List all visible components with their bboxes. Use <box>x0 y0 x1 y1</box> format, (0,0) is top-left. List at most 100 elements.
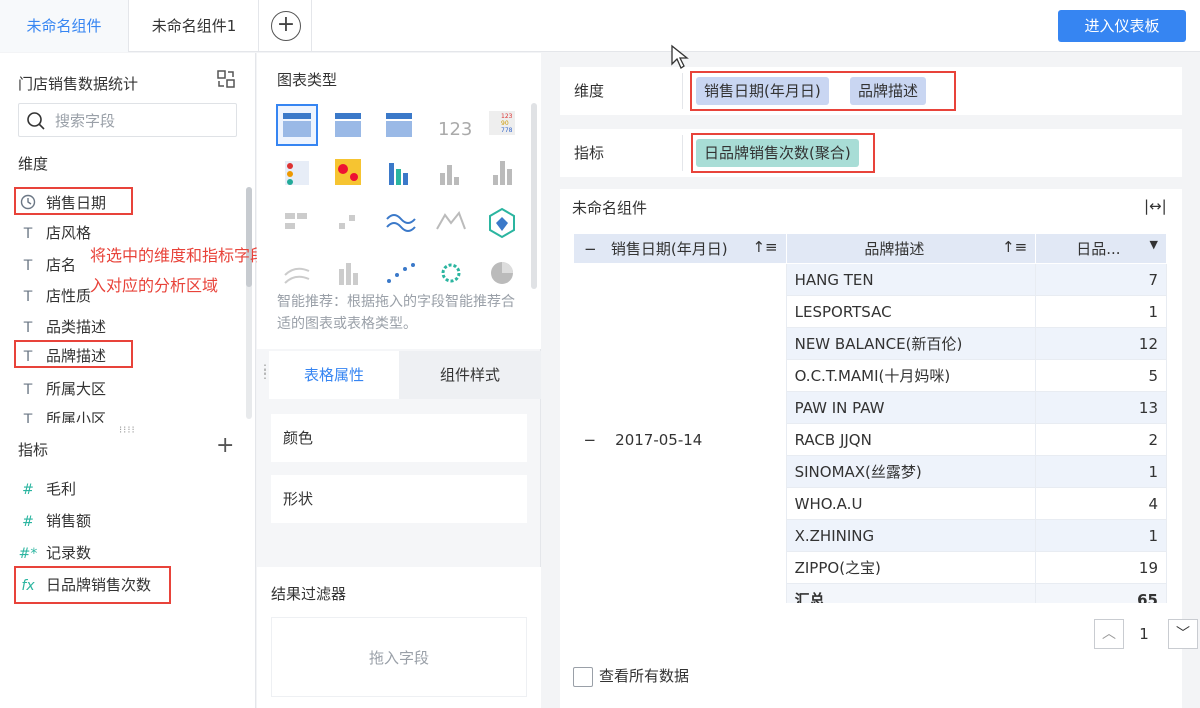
brand-cell: NEW BALANCE(新百伦) <box>786 327 1037 360</box>
indicator-field-sales[interactable]: # 销售额 <box>18 507 91 535</box>
svg-text:778: 778 <box>501 127 513 134</box>
number-type-icon: # <box>22 514 34 530</box>
enter-dashboard-button[interactable]: 进入仪表板 <box>1058 10 1186 42</box>
chart-icons-row1: 123 12390778 <box>276 104 515 146</box>
dimension-shelf[interactable]: 维度 销售日期(年月日) 品牌描述 <box>560 67 1182 115</box>
search-field-input[interactable]: 搜索字段 <box>18 103 237 137</box>
value-cell: 13 <box>1035 391 1167 424</box>
date-group-cell: − 2017-05-14 <box>573 263 787 603</box>
text-type-icon: T <box>23 412 33 423</box>
svg-text:90: 90 <box>501 120 509 127</box>
brand-cell: X.ZHINING <box>786 519 1037 552</box>
indicator-field-daily-brand-sales[interactable]: fx 日品牌销售次数 <box>14 566 171 604</box>
indicator-shelf[interactable]: 指标 日品牌销售次数(聚合) <box>560 129 1182 177</box>
dimension-field-sales-date[interactable]: 销售日期 <box>14 187 133 215</box>
indicator-field-gross-profit[interactable]: # 毛利 <box>18 475 76 503</box>
column-header-brand[interactable]: 品牌描述 ↑≡ <box>785 233 1037 264</box>
tab-unnamed-widget[interactable]: 未命名组件 <box>0 0 129 52</box>
text-type-icon: T <box>23 226 33 242</box>
prev-page-button[interactable]: ︿ <box>1094 619 1124 649</box>
collapse-icon[interactable]: − <box>584 240 597 258</box>
next-page-button[interactable]: ﹀ <box>1168 619 1198 649</box>
result-filter-section: 结果过滤器 拖入字段 <box>257 567 541 708</box>
shape-property[interactable]: 形状 <box>271 475 527 523</box>
fit-width-icon[interactable]: |↔| <box>1144 197 1167 215</box>
dimension-pill-brand[interactable]: 品牌描述 <box>850 77 927 105</box>
filter-drop-zone[interactable]: 拖入字段 <box>271 617 527 697</box>
text-type-icon: T <box>23 382 33 398</box>
view-all-checkbox[interactable] <box>573 666 593 687</box>
count-type-icon: #* <box>18 546 38 562</box>
value-cell: 5 <box>1035 359 1167 392</box>
column-header-sales-date[interactable]: − 销售日期(年月日) ↑≡ <box>573 233 787 264</box>
brand-cell: RACB JJQN <box>786 423 1037 456</box>
value-cell: 1 <box>1035 295 1167 328</box>
chart-config-panel: 图表类型 123 123 90 778 智能推荐：根据拖入的字段智能推荐合适的图… <box>257 53 541 708</box>
switch-dataset-icon[interactable] <box>216 69 236 89</box>
dimension-field-store-style[interactable]: T 店风格 <box>18 219 91 247</box>
chart-icons-row4 <box>284 262 513 285</box>
dataset-title: 门店销售数据统计 <box>18 75 139 93</box>
function-icon: fx <box>21 578 35 594</box>
sort-icon[interactable]: ↑≡ <box>1002 238 1027 256</box>
field-list-panel: 门店销售数据统计 搜索字段 维度 销售日期 T 店风格 T 店名 T 店性质 T 品类描… <box>0 53 282 708</box>
table-body: − 2017-05-14 HANG TEN 7 LESPORTSAC 1 NEW BALA… <box>573 263 1167 603</box>
mouse-cursor-icon <box>671 44 689 69</box>
tab-table-properties[interactable]: 表格属性 <box>269 351 399 399</box>
tab-unnamed-widget-1[interactable]: 未命名组件1 <box>130 0 259 52</box>
tab-widget-style[interactable]: 组件样式 <box>399 351 541 399</box>
search-placeholder: 搜索字段 <box>55 112 116 130</box>
widget-title: 未命名组件 <box>572 199 648 217</box>
dimension-shelf-label: 维度 <box>574 82 605 100</box>
dropdown-icon[interactable]: ▼ <box>1150 238 1158 251</box>
dimension-field-category[interactable]: T 品类描述 <box>18 313 106 341</box>
text-type-icon: T <box>23 349 33 365</box>
color-property[interactable]: 颜色 <box>271 414 527 462</box>
indicator-pill-daily-brand-sales[interactable]: 日品牌销售次数(聚合) <box>696 139 859 167</box>
dimension-field-store-nature[interactable]: T 店性质 <box>18 282 91 310</box>
chart-type-scrollbar[interactable] <box>531 103 537 289</box>
brand-cell: LESPORTSAC <box>786 295 1037 328</box>
text-type-icon: T <box>23 258 33 274</box>
dimension-field-subregion[interactable]: T 所属小区 <box>18 405 106 423</box>
brand-cell: ZIPPO(之宝) <box>786 551 1037 584</box>
indicator-field-record-count[interactable]: #* 记录数 <box>18 539 91 567</box>
value-cell: 19 <box>1035 551 1167 584</box>
indicator-heading: 指标 <box>18 441 49 459</box>
chart-type-section: 图表类型 123 123 90 778 智能推荐：根据拖入的字段智能推荐合适的图… <box>257 53 541 349</box>
value-cell: 1 <box>1035 455 1167 488</box>
brand-cell: PAW IN PAW <box>786 391 1037 424</box>
collapse-icon[interactable]: − <box>584 431 597 449</box>
column-header-daily-brand-sales[interactable]: 日品... ▼ <box>1035 233 1167 264</box>
top-bar: 未命名组件 未命名组件1 + 进入仪表板 <box>0 0 1200 52</box>
add-tab-button[interactable]: + <box>260 0 312 52</box>
brand-cell: O.C.T.MAMI(十月妈咪) <box>786 359 1037 392</box>
data-table: − 销售日期(年月日) ↑≡ 品牌描述 ↑≡ 日品... ▼ − 2017-05… <box>573 233 1167 603</box>
resize-handle-icon[interactable]: ⁝⁝⁝⁝ <box>119 425 136 436</box>
dimension-field-brand[interactable]: T 品牌描述 <box>14 340 133 368</box>
text-type-icon: T <box>23 289 33 305</box>
plus-icon: + <box>271 11 301 41</box>
result-filter-title: 结果过滤器 <box>271 585 347 603</box>
total-value: 65 <box>1035 583 1167 603</box>
brand-cell: SINOMAX(丝露梦) <box>786 455 1037 488</box>
dimension-field-store-name[interactable]: T 店名 <box>18 251 76 279</box>
value-cell: 2 <box>1035 423 1167 456</box>
dimension-heading: 维度 <box>18 155 49 173</box>
svg-text:123: 123 <box>438 119 472 140</box>
clock-icon <box>18 190 38 218</box>
chart-icons-row2 <box>285 159 512 185</box>
sort-icon[interactable]: ↑≡ <box>752 238 777 256</box>
value-cell: 1 <box>1035 519 1167 552</box>
add-indicator-icon[interactable]: + <box>216 433 234 458</box>
smart-recommend-tip: 智能推荐：根据拖入的字段智能推荐合适的图表或表格类型。 <box>277 294 515 332</box>
indicator-shelf-label: 指标 <box>574 144 605 162</box>
brand-cell: HANG TEN <box>786 263 1037 296</box>
dimension-field-region[interactable]: T 所属大区 <box>18 375 106 403</box>
total-label: 汇总 <box>786 583 1037 603</box>
widget-preview: 未命名组件 |↔| − 销售日期(年月日) ↑≡ 品牌描述 ↑≡ 日品... ▼… <box>560 189 1198 708</box>
dimension-pill-sales-date[interactable]: 销售日期(年月日) <box>696 77 829 105</box>
brand-cell: WHO.A.U <box>786 487 1037 520</box>
analysis-area: 维度 销售日期(年月日) 品牌描述 指标 日品牌销售次数(聚合) 未命名组件 |… <box>542 53 1200 708</box>
view-all-data-option[interactable]: 查看所有数据 <box>573 665 689 687</box>
